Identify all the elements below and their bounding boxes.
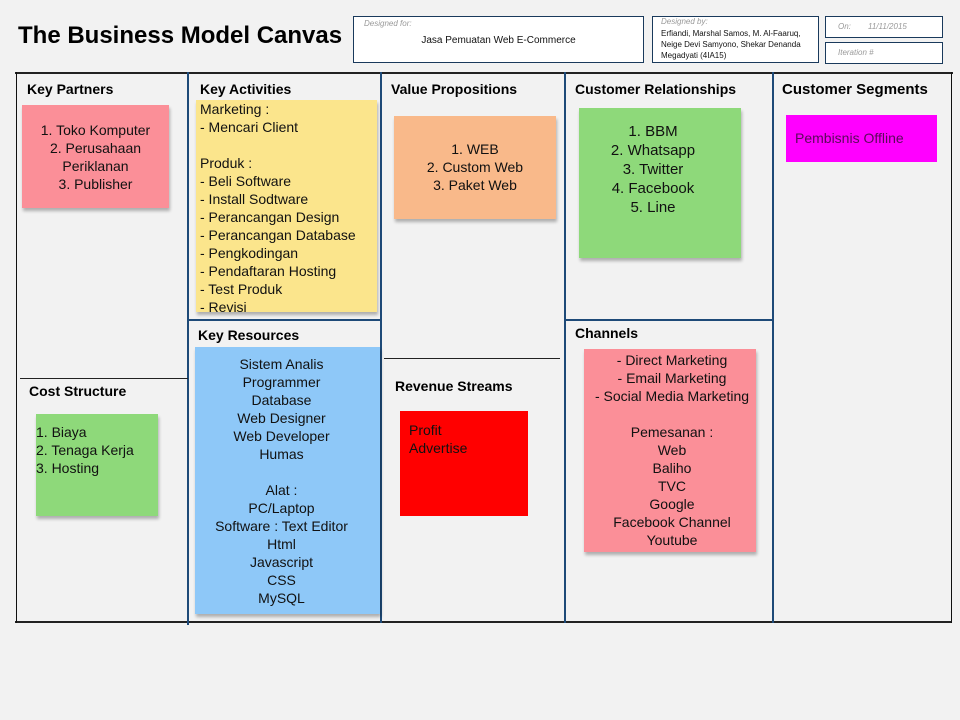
note-line xyxy=(588,405,756,423)
sticky-note[interactable]: 1. Toko Komputer 2. Perusahaan Periklanan 3… xyxy=(22,105,169,208)
note-line: Alat : xyxy=(265,482,298,498)
divider-value-relationships xyxy=(564,72,566,623)
note-line: Google xyxy=(649,496,695,512)
note-line: - Perancangan Design xyxy=(200,209,340,225)
note-line: - Direct Marketing xyxy=(616,352,728,368)
note-line: - Social Media Marketing xyxy=(594,388,750,404)
note-line: Produk : xyxy=(200,155,253,171)
note-line: Facebook Channel xyxy=(613,514,731,530)
note-line: Pembisnis Offline xyxy=(795,130,904,146)
sticky-note[interactable]: 1. Biaya 2. Tenaga Kerja 3. Hosting xyxy=(36,414,158,516)
note-line: - Mencari Client xyxy=(200,119,299,135)
note-line xyxy=(195,463,368,481)
section-title: Revenue Streams xyxy=(395,378,513,394)
divider-partners-activities xyxy=(187,72,189,625)
iteration-box[interactable]: Iteration # xyxy=(825,42,943,64)
note-line: Javascript xyxy=(249,554,314,570)
note-line: Youtube xyxy=(646,532,698,548)
sticky-note[interactable]: Profit Advertise xyxy=(400,411,528,516)
note-line: 2. Custom Web xyxy=(426,159,524,175)
note-line: - Perancangan Database xyxy=(200,227,356,243)
section-title: Key Activities xyxy=(200,81,292,97)
designed-for-value: Jasa Pemuatan Web E-Commerce xyxy=(421,35,576,46)
section-title: Key Partners xyxy=(27,81,114,97)
note-line: 4. Facebook xyxy=(611,180,695,197)
note-line: Web Developer xyxy=(233,428,330,444)
designed-by-line-2: Neige Devi Samyono, Shekar Denanda xyxy=(661,40,801,49)
note-line: MySQL xyxy=(258,590,305,606)
section-title: Channels xyxy=(575,325,639,341)
section-title: Customer Relationships xyxy=(575,81,737,97)
page-title: The Business Model Canvas xyxy=(18,22,343,49)
grid-right-border xyxy=(951,72,952,623)
sticky-note[interactable]: 1. BBM 2. Whatsapp 3. Twitter 4. Facebook 5.… xyxy=(579,108,741,258)
note-line: - Install Sodtware xyxy=(200,191,309,207)
designed-for-label: Designed for: xyxy=(364,19,412,28)
note-line: Database xyxy=(251,392,312,408)
note-line: 2. Whatsapp xyxy=(610,142,696,159)
note-line: Advertise xyxy=(409,440,468,456)
note-line: Humas xyxy=(259,446,304,462)
note-line: 3. Hosting xyxy=(36,460,100,476)
designed-by-label: Designed by: xyxy=(661,17,708,26)
grid-top-border xyxy=(15,72,953,74)
note-line: 3. Publisher xyxy=(58,176,133,192)
note-line: - Test Produk xyxy=(200,281,283,297)
date-value: 11/11/2015 xyxy=(868,22,907,31)
note-line: 2. Tenaga Kerja xyxy=(36,442,134,458)
iteration-label: Iteration # xyxy=(838,48,874,57)
note-line: Programmer xyxy=(242,374,321,390)
section-title: Key Resources xyxy=(198,327,300,343)
sticky-note[interactable]: - Direct Marketing - Email Marketing - Soc… xyxy=(584,349,756,552)
section-title: Cost Structure xyxy=(29,383,127,399)
note-line: Sistem Analis xyxy=(239,356,324,372)
note-line: - Email Marketing xyxy=(617,370,727,386)
note-line: TVC xyxy=(658,478,686,494)
divider-relationships-channels xyxy=(565,319,773,321)
section-title: Value Propositions xyxy=(391,81,518,97)
divider-value-revenue xyxy=(384,358,560,359)
date-label: On: xyxy=(838,22,851,31)
note-line: Baliho xyxy=(652,460,692,476)
note-line: Web Designer xyxy=(237,410,326,426)
note-line: 1. Biaya xyxy=(36,424,87,440)
note-line: 3. Paket Web xyxy=(433,177,517,193)
note-line: - Beli Software xyxy=(200,173,292,189)
sticky-note[interactable]: Sistem Analis Programmer Database Web Desig… xyxy=(195,347,380,614)
designed-by-line-1: Erfiandi, Marshal Samos, M. Al-Faaruq, xyxy=(661,29,801,38)
divider-activities-value xyxy=(380,72,382,623)
designed-by-line-3: Megadyati (4IA15) xyxy=(661,51,727,60)
note-line: Pemesanan : xyxy=(630,424,714,440)
note-line: 2. Perusahaan xyxy=(49,140,142,156)
note-line: 3. Twitter xyxy=(622,161,684,178)
note-line: PC/Laptop xyxy=(248,500,315,516)
date-box[interactable]: On: 11/11/2015 xyxy=(825,16,943,38)
note-line: - Pengkodingan xyxy=(200,245,299,261)
note-line xyxy=(200,136,377,154)
divider-relationships-segments xyxy=(772,72,774,623)
grid-bottom-border xyxy=(15,621,952,623)
grid-left-border xyxy=(16,72,17,623)
section-title: Customer Segments xyxy=(782,81,928,98)
sticky-note[interactable]: Marketing : - Mencari Client Produk : - Bel… xyxy=(196,100,377,315)
note-line: Web xyxy=(657,442,687,458)
note-line: 1. BBM xyxy=(628,123,678,140)
note-line: Html xyxy=(267,536,296,552)
sticky-note[interactable]: Pembisnis Offline xyxy=(786,115,937,162)
note-line: CSS xyxy=(267,572,296,588)
designed-for-box[interactable]: Designed for: Jasa Pemuatan Web E-Commer… xyxy=(353,16,644,63)
designed-by-box[interactable]: Designed by: Erfiandi, Marshal Samos, M.… xyxy=(652,16,819,63)
note-line: Software : Text Editor xyxy=(215,518,348,534)
note-line: Profit xyxy=(409,422,442,438)
sticky-note[interactable]: 1. WEB 2. Custom Web 3. Paket Web xyxy=(394,116,556,219)
divider-partners-cost xyxy=(20,378,188,379)
note-line: - Pendaftaran Hosting xyxy=(200,263,337,279)
note-line: Periklanan xyxy=(62,158,129,174)
note-line: 1. Toko Komputer xyxy=(40,122,151,138)
note-line: - Revisi xyxy=(200,299,247,315)
note-line: Marketing : xyxy=(200,101,270,117)
note-line: 5. Line xyxy=(630,199,676,216)
note-line: 1. WEB xyxy=(451,141,499,157)
divider-activities-resources xyxy=(188,319,381,321)
